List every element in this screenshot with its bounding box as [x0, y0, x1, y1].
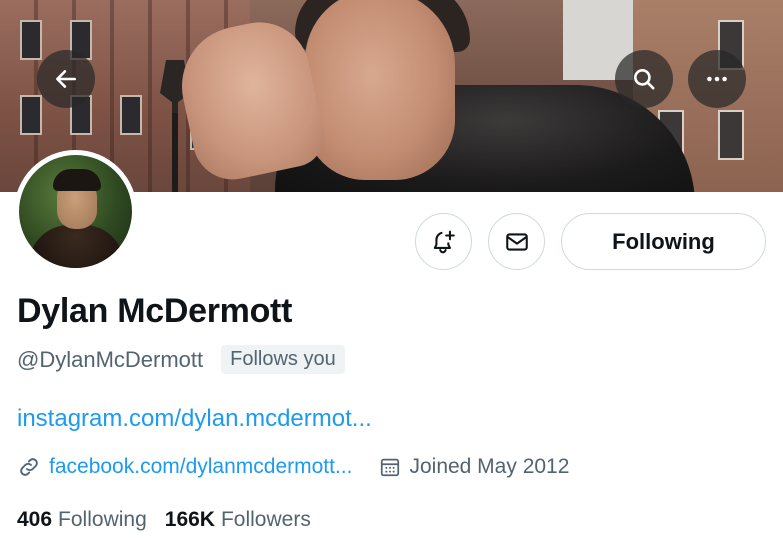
- arrow-left-icon: [56, 70, 76, 88]
- followers-label: Followers: [220, 508, 311, 531]
- user-handle: @DylanMcDermott: [17, 346, 204, 372]
- following-stat[interactable]: 406 Following: [17, 508, 147, 532]
- message-button[interactable]: [488, 213, 545, 270]
- avatar-image: [19, 155, 132, 268]
- more-horizontal-icon: [707, 76, 727, 82]
- profile-banner[interactable]: [0, 0, 783, 192]
- avatar[interactable]: [14, 150, 137, 273]
- website-link[interactable]: facebook.com/dylanmcdermott...: [49, 455, 352, 479]
- follows-you-badge: Follows you: [221, 345, 345, 374]
- bio-link[interactable]: instagram.com/dylan.mcdermot...: [17, 405, 372, 433]
- search-button[interactable]: [615, 50, 673, 108]
- search-icon: [634, 69, 655, 90]
- profile-meta-row: facebook.com/dylanmcdermott... Joined Ma…: [17, 455, 569, 479]
- stats-row: 406 Following 166K Followers: [17, 508, 311, 532]
- display-name: Dylan McDermott: [17, 292, 293, 330]
- bell-plus-icon: [433, 230, 455, 253]
- following-button[interactable]: Following: [561, 213, 766, 270]
- joined-date: Joined May 2012: [409, 455, 570, 478]
- following-label: Following: [58, 508, 147, 531]
- envelope-icon: [505, 232, 528, 251]
- followers-count: 166K: [164, 508, 215, 531]
- back-button[interactable]: [37, 50, 95, 108]
- more-button[interactable]: [688, 50, 746, 108]
- notifications-button[interactable]: [415, 213, 472, 270]
- handle-row: @DylanMcDermott Follows you: [17, 345, 345, 374]
- followers-stat[interactable]: 166K Followers: [165, 508, 311, 532]
- calendar-icon: [381, 458, 400, 477]
- following-count: 406: [17, 508, 53, 531]
- link-icon: [20, 458, 38, 476]
